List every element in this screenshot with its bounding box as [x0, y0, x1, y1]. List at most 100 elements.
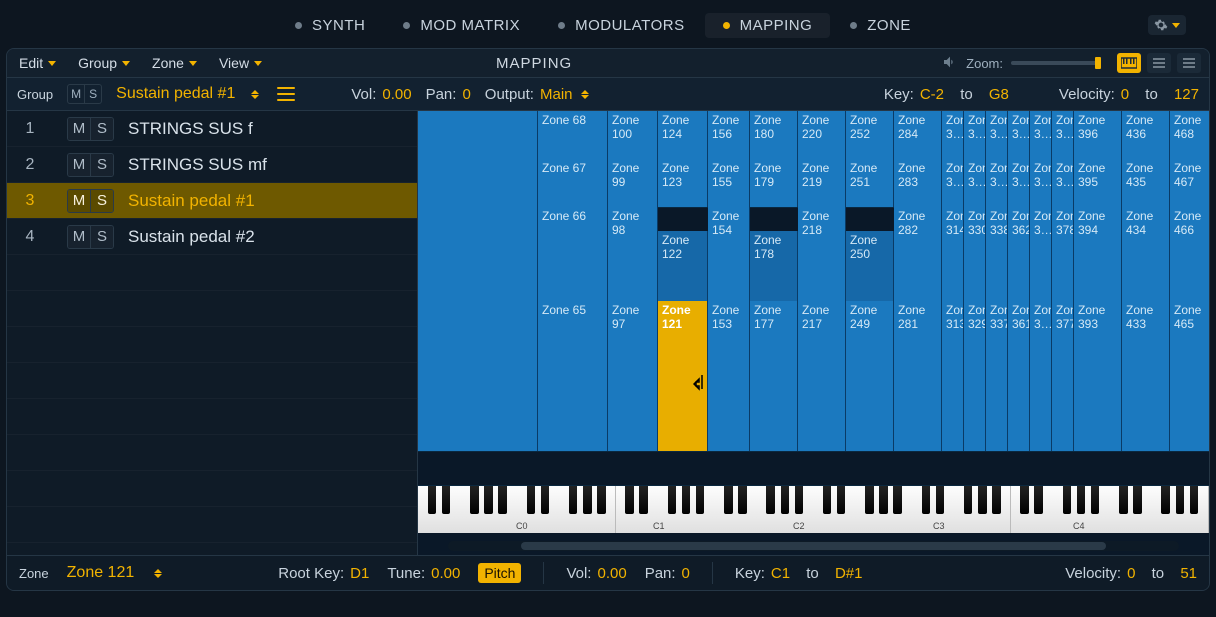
zone-cell[interactable]: Zone 219 [798, 159, 846, 207]
zone-cell[interactable]: Zone 99 [608, 159, 658, 207]
zone-cell[interactable]: Zone 3… [1030, 111, 1052, 159]
zone-cell[interactable]: Zone 378 [1052, 207, 1074, 301]
black-key[interactable] [893, 486, 901, 514]
mute-button[interactable]: M [68, 226, 91, 248]
black-key[interactable] [1063, 486, 1071, 514]
menu-group[interactable]: Group [74, 53, 134, 73]
velocity-low[interactable]: 0 [1121, 86, 1129, 103]
black-key[interactable] [470, 486, 478, 514]
black-key[interactable] [837, 486, 845, 514]
zone-cell[interactable]: Zone 361 [1008, 301, 1030, 451]
zone-cell[interactable] [418, 111, 538, 159]
zone-key-high[interactable]: D#1 [835, 565, 863, 582]
black-key[interactable] [724, 486, 732, 514]
zone-cell[interactable]: Zone 180 [750, 111, 798, 159]
zone-cell[interactable]: Zone 67 [538, 159, 608, 207]
mute-solo-box[interactable]: MS [67, 117, 114, 141]
key-high[interactable]: G8 [989, 86, 1009, 103]
black-key[interactable] [1176, 486, 1184, 514]
black-key[interactable] [1077, 486, 1085, 514]
group-row[interactable]: 3MSSustain pedal #1 [7, 183, 417, 219]
zone-cell[interactable]: Zone 100 [608, 111, 658, 159]
group-row[interactable]: 4MSSustain pedal #2 [7, 219, 417, 255]
zone-cell[interactable]: Zone 436 [1122, 111, 1170, 159]
black-key[interactable] [1133, 486, 1141, 514]
black-key[interactable] [795, 486, 803, 514]
black-key[interactable] [879, 486, 887, 514]
zone-vol-value[interactable]: 0.00 [597, 565, 626, 582]
zone-cell[interactable]: Zone 218 [798, 207, 846, 301]
black-key[interactable] [428, 486, 436, 514]
zoom-slider[interactable] [1011, 61, 1101, 65]
zone-cell[interactable]: Zone 395 [1074, 159, 1122, 207]
zone-cell[interactable]: Zone 434 [1122, 207, 1170, 301]
black-key[interactable] [527, 486, 535, 514]
zone-cell[interactable]: Zone 377 [1052, 301, 1074, 451]
zone-cell[interactable]: Zone 3… [1030, 207, 1052, 301]
zone-cell[interactable]: Zone 465 [1170, 301, 1209, 451]
group-row[interactable]: 1MSSTRINGS SUS f [7, 111, 417, 147]
zone-cell[interactable]: Zone 178 [750, 231, 798, 301]
nav-tab-synth[interactable]: SYNTH [277, 13, 383, 38]
black-key[interactable] [442, 486, 450, 514]
zone-cell[interactable]: Zone 396 [1074, 111, 1122, 159]
group-name[interactable]: Sustain pedal #1 [116, 85, 235, 103]
black-key[interactable] [922, 486, 930, 514]
black-key[interactable] [1091, 486, 1099, 514]
black-key[interactable] [936, 486, 944, 514]
nav-tab-modulators[interactable]: MODULATORS [540, 13, 702, 38]
black-key[interactable] [541, 486, 549, 514]
black-key[interactable] [597, 486, 605, 514]
black-key[interactable] [1034, 486, 1042, 514]
zone-cell[interactable]: Zone 329 [964, 301, 986, 451]
group-row[interactable]: 2MSSTRINGS SUS mf [7, 147, 417, 183]
view-mode-zone-button[interactable] [1177, 53, 1201, 73]
zone-cell[interactable]: Zone 179 [750, 159, 798, 207]
black-key[interactable] [639, 486, 647, 514]
zone-cell[interactable] [418, 301, 538, 451]
black-key[interactable] [1119, 486, 1127, 514]
velocity-high[interactable]: 127 [1174, 86, 1199, 103]
black-key[interactable] [1161, 486, 1169, 514]
vol-value[interactable]: 0.00 [382, 86, 411, 103]
zone-cell[interactable]: Zone 435 [1122, 159, 1170, 207]
black-key[interactable] [738, 486, 746, 514]
black-key[interactable] [696, 486, 704, 514]
solo-button[interactable]: S [91, 226, 113, 248]
zone-list-button[interactable] [277, 87, 295, 101]
zone-cell[interactable]: Zone 122 [658, 231, 708, 301]
zone-cell[interactable]: Zone 3… [1052, 159, 1074, 207]
nav-tab-zone[interactable]: ZONE [832, 13, 929, 38]
zone-cell[interactable]: Zone 3… [986, 111, 1008, 159]
zone-vel-high[interactable]: 51 [1180, 565, 1197, 582]
zone-cell[interactable]: Zone 468 [1170, 111, 1209, 159]
speaker-icon[interactable] [942, 54, 958, 73]
zone-cell[interactable]: Zone 3… [1008, 111, 1030, 159]
rootkey-value[interactable]: D1 [350, 565, 369, 582]
nav-tab-mod-matrix[interactable]: MOD MATRIX [385, 13, 538, 38]
view-mode-keyboard-button[interactable] [1117, 53, 1141, 73]
black-key[interactable] [484, 486, 492, 514]
zone-stepper-icon[interactable] [154, 569, 162, 578]
pitch-button[interactable]: Pitch [478, 563, 521, 583]
zone-cell[interactable]: Zone 3… [986, 159, 1008, 207]
mute-solo-box[interactable]: MS [67, 153, 114, 177]
zone-cell[interactable]: Zone 252 [846, 111, 894, 159]
black-key[interactable] [823, 486, 831, 514]
zone-cell[interactable]: Zone 281 [894, 301, 942, 451]
black-key[interactable] [865, 486, 873, 514]
zone-cell[interactable]: Zone 313 [942, 301, 964, 451]
zone-cell[interactable]: Zone 283 [894, 159, 942, 207]
zone-name[interactable]: Zone 121 [67, 564, 135, 582]
zone-cell[interactable]: Zone 66 [538, 207, 608, 301]
zone-cell[interactable]: Zone 467 [1170, 159, 1209, 207]
zone-cell[interactable]: Zone 153 [708, 301, 750, 451]
solo-button[interactable]: S [91, 154, 113, 176]
tune-value[interactable]: 0.00 [431, 565, 460, 582]
zone-cell[interactable]: Zone 65 [538, 301, 608, 451]
zone-cell[interactable]: Zone 250 [846, 231, 894, 301]
mute-button[interactable]: M [68, 154, 91, 176]
zone-cell[interactable]: Zone 249 [846, 301, 894, 451]
key-low[interactable]: C-2 [920, 86, 944, 103]
nav-tab-mapping[interactable]: MAPPING [705, 13, 831, 38]
